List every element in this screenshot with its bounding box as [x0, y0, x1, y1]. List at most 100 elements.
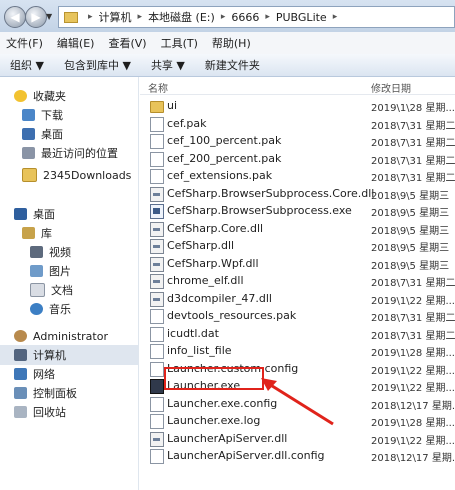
nav-downloads[interactable]: 下载	[0, 105, 138, 125]
file-row[interactable]: chrome_elf.dll 2018\7\31 星期二	[140, 272, 455, 289]
file-row[interactable]: CefSharp.Core.dll 2018\9\5 星期三	[140, 220, 455, 237]
menu-tools[interactable]: 工具(T)	[155, 35, 206, 51]
nav-recent-places[interactable]: 最近访问的位置	[0, 143, 138, 163]
file-name: LauncherApiServer.dll	[167, 431, 288, 445]
file-name: Launcher.exe.log	[167, 414, 261, 427]
file-name: CefSharp.BrowserSubprocess.Core.dll	[167, 186, 375, 200]
annotation-arrow-icon	[261, 378, 334, 426]
file-row[interactable]: CefSharp.dll 2018\9\5 星期三	[140, 237, 455, 254]
file-date: 2018\9\5 星期三	[371, 208, 450, 219]
organize-button[interactable]: 组织 ▼	[0, 57, 54, 73]
file-row[interactable]: cef_200_percent.pak 2018\7\31 星期二	[140, 150, 455, 167]
chevron-right-icon[interactable]: ▸	[82, 12, 99, 22]
chevron-right-icon[interactable]: ▸	[215, 12, 232, 22]
nav-label: 图片	[49, 265, 71, 278]
chevron-right-icon[interactable]: ▸	[132, 12, 149, 22]
column-name[interactable]: 名称	[148, 80, 168, 95]
file-row[interactable]: d3dcompiler_47.dll 2019\1\22 星期...	[140, 290, 455, 307]
chevron-right-icon[interactable]: ▸	[327, 12, 344, 22]
nav-label: 桌面	[41, 128, 63, 141]
nav-network[interactable]: 网络	[0, 364, 138, 384]
download-folder-icon	[22, 109, 35, 121]
recycle-bin-icon	[14, 406, 27, 418]
menu-bar: 文件(F) 编辑(E) 查看(V) 工具(T) 帮助(H)	[0, 32, 455, 54]
nav-administrator[interactable]: Administrator	[0, 326, 138, 346]
file-row[interactable]: devtools_resources.pak 2018\7\31 星期二	[140, 307, 455, 324]
nav-video[interactable]: 视频	[0, 242, 138, 262]
nav-label: 回收站	[33, 406, 66, 419]
file-icon	[150, 396, 164, 412]
nav-desktop-favorite[interactable]: 桌面	[0, 124, 138, 144]
file-row[interactable]: CefSharp.BrowserSubprocess.exe 2018\9\5 星…	[140, 202, 455, 219]
computer-icon	[14, 349, 27, 361]
file-icon	[150, 151, 164, 167]
file-row[interactable]: cef.pak 2018\7\31 星期二	[140, 115, 455, 132]
desktop-icon	[14, 208, 27, 220]
menu-view[interactable]: 查看(V)	[102, 35, 154, 51]
menu-edit[interactable]: 编辑(E)	[51, 35, 103, 51]
nav-label: 最近访问的位置	[41, 147, 118, 160]
menu-file[interactable]: 文件(F)	[0, 35, 51, 51]
file-icon	[150, 344, 164, 359]
file-row[interactable]: icudtl.dat 2018\7\31 星期二	[140, 325, 455, 342]
chevron-right-icon[interactable]: ▸	[259, 12, 276, 22]
file-icon	[150, 116, 164, 132]
address-bar[interactable]: ▸ 计算机 ▸ 本地磁盘 (E:) ▸ 6666 ▸ PUBGLite ▸	[58, 6, 455, 28]
forward-arrow-icon: ▶	[31, 10, 41, 24]
file-date: 2018\12\17 星期...	[371, 453, 455, 464]
nav-computer[interactable]: 计算机	[0, 345, 138, 365]
new-folder-button[interactable]: 新建文件夹	[195, 57, 270, 73]
forward-button[interactable]: ▶	[25, 6, 47, 28]
file-date: 2018\12\17 星期...	[371, 400, 455, 412]
file-row[interactable]: CefSharp.BrowserSubprocess.Core.dll 2018\…	[140, 185, 455, 202]
history-dropdown-icon[interactable]: ▼	[46, 12, 52, 21]
column-modified[interactable]: 修改日期	[371, 80, 411, 95]
nav-library[interactable]: 库	[0, 223, 138, 243]
breadcrumb-pubglite[interactable]: PUBGLite	[276, 11, 327, 24]
file-row[interactable]: cef_100_percent.pak 2018\7\31 星期二	[140, 132, 455, 149]
file-row[interactable]: LauncherApiServer.dll 2019\1\22 星期...	[140, 430, 455, 447]
nav-label: 音乐	[49, 303, 71, 316]
nav-label: 视频	[49, 246, 71, 259]
file-name: LauncherApiServer.dll.config	[167, 449, 325, 462]
file-date: 2018\9\5 星期三	[371, 190, 450, 202]
file-row[interactable]: LauncherApiServer.dll.config 2018\12\17 星…	[140, 447, 455, 464]
file-name: CefSharp.Wpf.dll	[167, 256, 259, 270]
nav-label: 桌面	[33, 208, 55, 221]
nav-control-panel[interactable]: 控制面板	[0, 383, 138, 403]
library-icon	[22, 227, 35, 239]
menu-help[interactable]: 帮助(H)	[206, 35, 259, 51]
nav-favorites[interactable]: 收藏夹	[0, 86, 138, 106]
file-date: 2018\7\31 星期二	[371, 120, 455, 132]
file-name: CefSharp.dll	[167, 239, 235, 252]
nav-pictures[interactable]: 图片	[0, 261, 138, 281]
folder-icon	[150, 101, 164, 113]
back-button[interactable]: ◀	[4, 6, 26, 28]
folder-icon	[22, 168, 37, 182]
file-name: cef_100_percent.pak	[167, 134, 282, 147]
nav-recycle-bin[interactable]: 回收站	[0, 402, 138, 422]
file-row[interactable]: cef_extensions.pak 2018\7\31 星期二	[140, 167, 455, 184]
breadcrumb-6666[interactable]: 6666	[231, 11, 259, 24]
network-icon	[14, 368, 27, 380]
nav-music[interactable]: 音乐	[0, 299, 138, 319]
file-row[interactable]: ui 2019\1\28 星期...	[140, 97, 455, 114]
file-row[interactable]: info_list_file 2019\1\28 星期...	[140, 342, 455, 359]
file-row[interactable]: CefSharp.Wpf.dll 2018\9\5 星期三	[140, 255, 455, 272]
address-bar-strip: ◀ ▶ ▼ ▸ 计算机 ▸ 本地磁盘 (E:) ▸ 6666 ▸ PUBGLit…	[0, 0, 455, 32]
nav-documents[interactable]: 文档	[0, 280, 138, 300]
file-date: 2018\7\31 星期二	[371, 138, 455, 149]
file-name: ui	[167, 99, 178, 112]
file-date: 2019\1\22 星期...	[371, 365, 455, 377]
star-icon	[14, 90, 27, 102]
breadcrumb-computer[interactable]: 计算机	[99, 9, 132, 25]
share-button[interactable]: 共享 ▼	[141, 57, 195, 73]
nav-2345downloads[interactable]: 2345Downloads	[0, 165, 138, 185]
file-icon	[150, 449, 164, 464]
file-name: cef.pak	[167, 116, 207, 130]
nav-desktop[interactable]: 桌面	[0, 204, 138, 224]
breadcrumb-drive[interactable]: 本地磁盘 (E:)	[148, 9, 215, 25]
file-date: 2019\1\22 星期...	[371, 295, 455, 307]
file-name: cef_200_percent.pak	[167, 151, 282, 165]
include-in-library-button[interactable]: 包含到库中 ▼	[54, 57, 141, 73]
